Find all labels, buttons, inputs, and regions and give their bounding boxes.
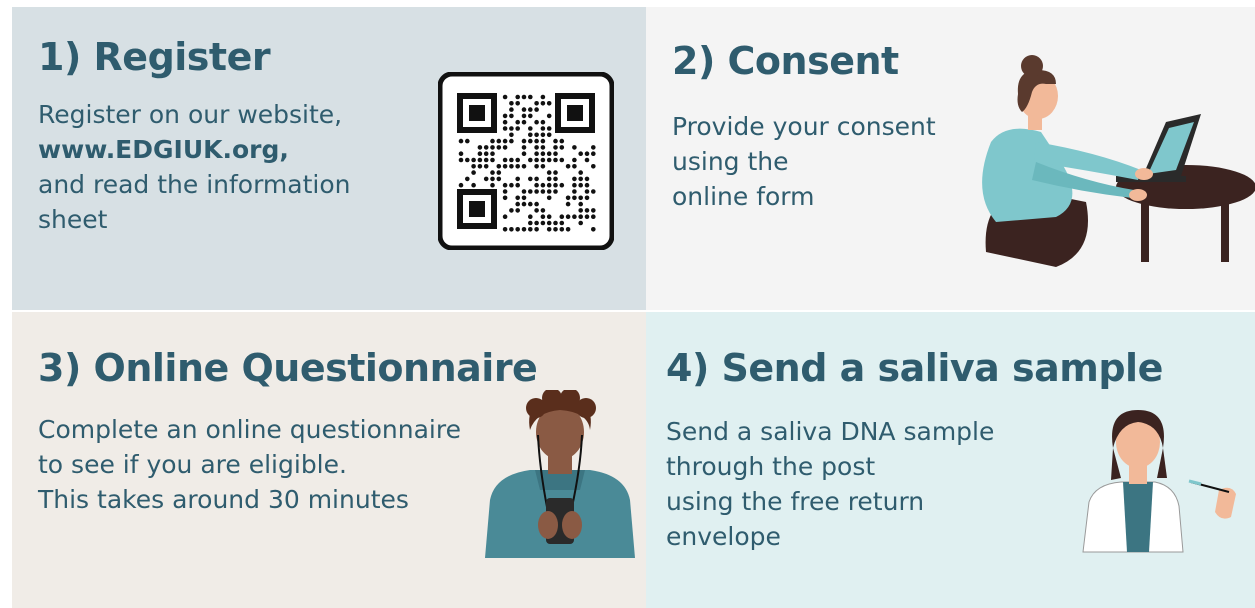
step-register-line-4: sheet — [38, 205, 108, 234]
step-saliva-text: Send a saliva DNA sample through the pos… — [666, 414, 994, 554]
step-consent-panel: 2) Consent Provide your consent using th… — [646, 7, 1255, 310]
person-with-swab-icon — [1082, 410, 1236, 553]
step-consent-title: 2) Consent — [672, 39, 899, 83]
step-saliva-title: 4) Send a saliva sample — [666, 346, 1163, 390]
person-with-phone-icon — [485, 390, 635, 558]
step-register-text: Register on our website, www.EDGIUK.org,… — [38, 97, 351, 237]
website-link[interactable]: www.EDGIUK.org, — [38, 132, 351, 167]
qr-code-icon[interactable] — [438, 72, 614, 250]
step-consent-line-1: Provide your consent — [672, 112, 936, 141]
step-questionnaire-line-2: to see if you are eligible. — [38, 450, 347, 479]
step-questionnaire-line-3: This takes around 30 minutes — [38, 485, 409, 514]
step-questionnaire-line-1: Complete an online questionnaire — [38, 415, 461, 444]
step-consent-line-2: using the — [672, 147, 789, 176]
step-saliva-line-3: using the free return — [666, 487, 925, 516]
step-saliva-line-1: Send a saliva DNA sample — [666, 417, 995, 446]
step-saliva-line-2: through the post — [666, 452, 876, 481]
step-register-panel: 1) Register Register on our website, www… — [12, 7, 646, 310]
person-with-laptop-icon — [982, 55, 1255, 267]
step-questionnaire-title: 3) Online Questionnaire — [38, 346, 538, 390]
step-saliva-panel: 4) Send a saliva sample Send a saliva DN… — [646, 312, 1255, 608]
step-consent-text: Provide your consent using the online fo… — [672, 109, 936, 214]
step-consent-line-3: online form — [672, 182, 815, 211]
step-register-line-3: and read the information — [38, 170, 351, 199]
step-register-title: 1) Register — [38, 35, 271, 79]
step-questionnaire-panel: 3) Online Questionnaire Complete an onli… — [12, 312, 646, 608]
step-register-line-1: Register on our website, — [38, 100, 343, 129]
step-questionnaire-text: Complete an online questionnaire to see … — [38, 412, 461, 517]
step-saliva-line-4: envelope — [666, 522, 781, 551]
